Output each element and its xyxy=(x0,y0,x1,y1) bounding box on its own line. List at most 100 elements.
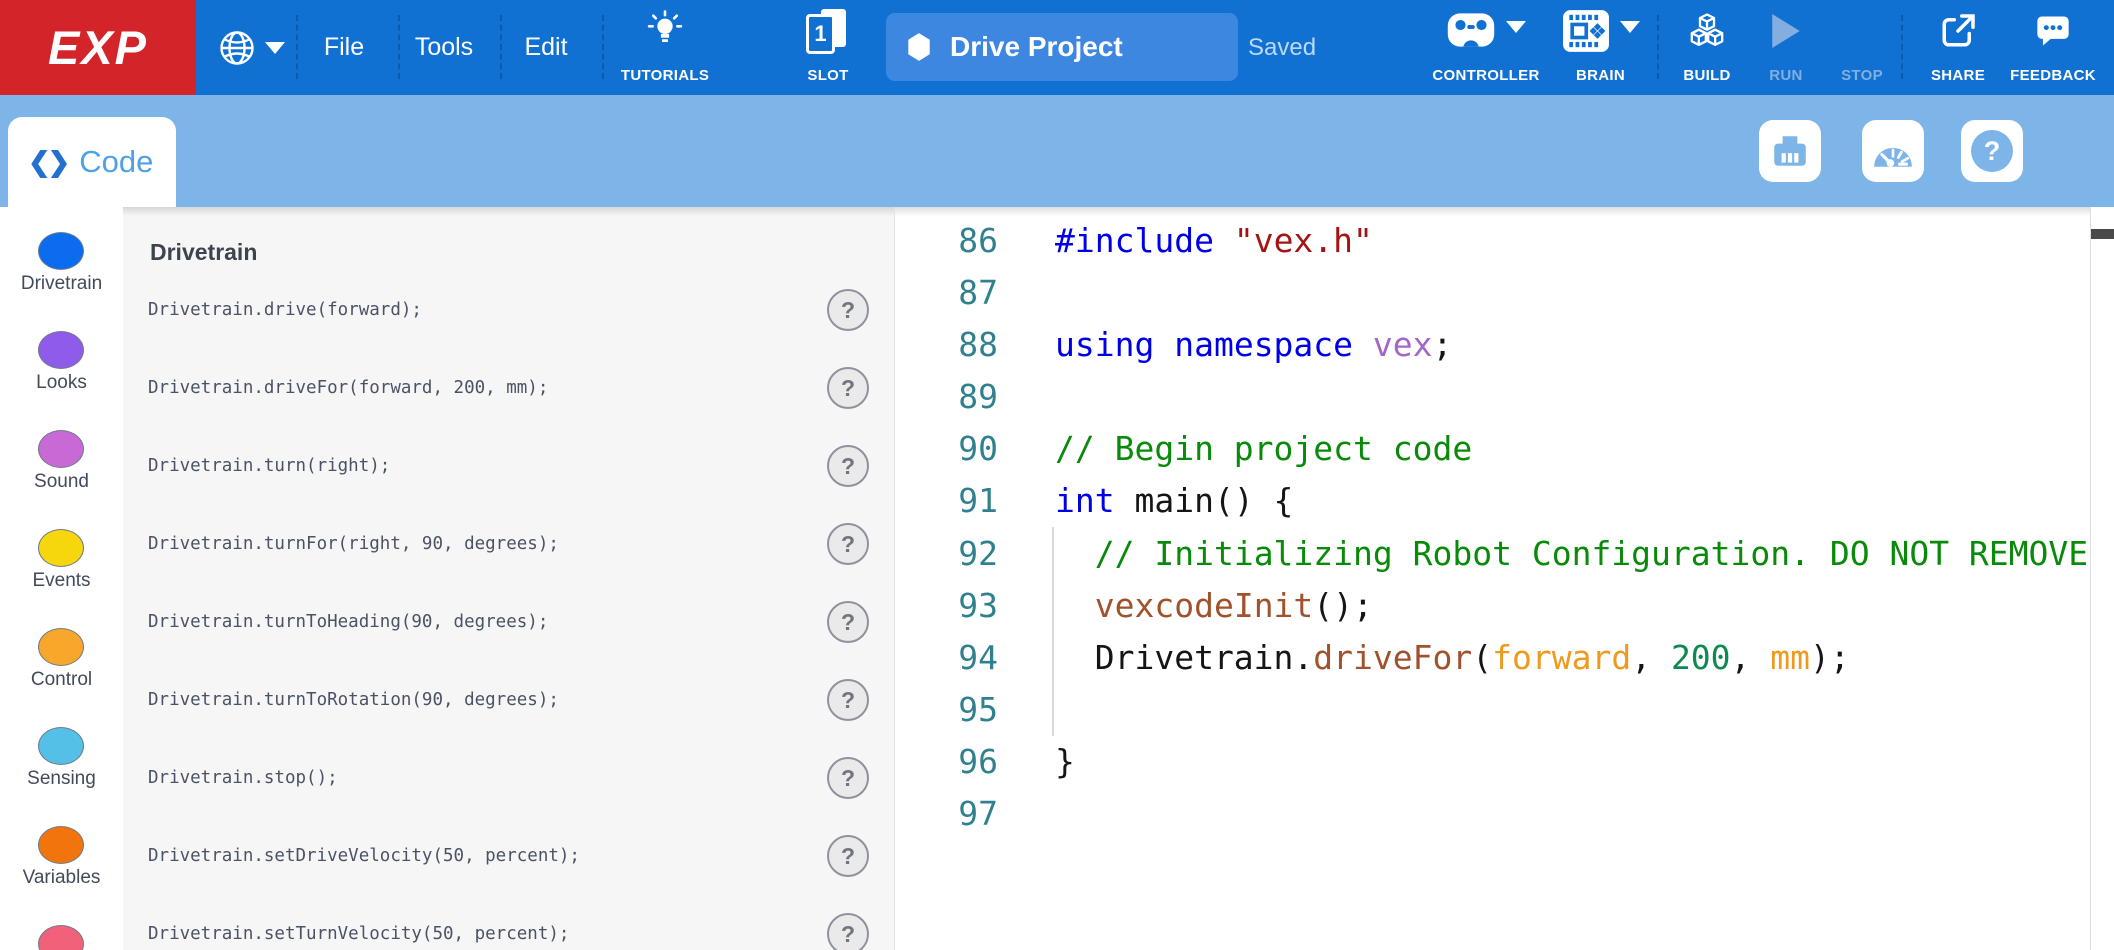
editor-scrollbar[interactable] xyxy=(2090,207,2114,950)
chevron-down-icon xyxy=(1506,21,1526,33)
code-editor[interactable]: 86#include "vex.h"8788using namespace ve… xyxy=(895,207,2090,950)
scrollbar-thumb[interactable] xyxy=(2091,229,2114,239)
run-label: RUN xyxy=(1769,67,1802,84)
line-content: using namespace vex; xyxy=(998,319,1452,371)
line-content: Drivetrain.driveFor(forward, 200, mm); xyxy=(998,632,1850,684)
command-help-button[interactable]: ? xyxy=(827,679,869,721)
menu-edit[interactable]: Edit xyxy=(498,0,594,95)
category-label: Looks xyxy=(0,372,123,394)
chevron-down-icon xyxy=(265,42,285,54)
command-snippet[interactable]: Drivetrain.turn(right); xyxy=(148,444,390,488)
lightbulb-icon xyxy=(645,9,685,58)
slot-icon: 1 xyxy=(806,9,850,55)
category-label: Control xyxy=(0,669,123,691)
line-number: 89 xyxy=(895,371,998,423)
code-lines: 86#include "vex.h"8788using namespace ve… xyxy=(895,215,2090,840)
command-help-button[interactable]: ? xyxy=(827,289,869,331)
command-panel: Drivetrain Drivetrain.drive(forward);?Dr… xyxy=(123,207,895,950)
project-name-button[interactable]: Drive Project xyxy=(886,13,1238,81)
category-circle-icon xyxy=(38,826,84,864)
command-help-button[interactable]: ? xyxy=(827,523,869,565)
category-circle-icon xyxy=(38,331,84,369)
line-content: int main() { xyxy=(998,475,1293,527)
line-content: } xyxy=(998,736,1075,788)
line-number: 91 xyxy=(895,475,998,527)
category-circle-icon xyxy=(38,727,84,765)
device-info-button[interactable] xyxy=(1759,120,1821,182)
code-line-93: 93 vexcodeInit(); xyxy=(895,580,2090,632)
category-label: Events xyxy=(0,570,123,592)
chevron-down-icon xyxy=(1620,21,1640,33)
command-row: Drivetrain.turnToRotation(90, degrees);? xyxy=(123,678,895,722)
category-circle-icon xyxy=(38,529,84,567)
menu-tools[interactable]: Tools xyxy=(396,0,492,95)
toolbar-divider xyxy=(602,15,604,79)
stop-label: STOP xyxy=(1841,67,1883,84)
tutorials-label: TUTORIALS xyxy=(621,67,709,84)
language-menu-button[interactable] xyxy=(212,0,290,95)
share-button[interactable]: SHARE xyxy=(1912,0,2004,95)
line-number: 87 xyxy=(895,267,998,319)
exp-logo-text: EXP xyxy=(48,20,148,75)
code-line-88: 88using namespace vex; xyxy=(895,319,2090,371)
category-circle-icon xyxy=(38,430,84,468)
help-button[interactable]: ? xyxy=(1961,120,2023,182)
feedback-bubble-icon xyxy=(2034,13,2072,54)
command-snippet[interactable]: Drivetrain.turnToHeading(90, degrees); xyxy=(148,600,548,644)
code-line-91: 91int main() { xyxy=(895,475,2090,527)
brain-button[interactable]: BRAIN xyxy=(1548,0,1653,95)
command-help-button[interactable]: ? xyxy=(827,445,869,487)
dashboard-button[interactable] xyxy=(1862,120,1924,182)
code-line-94: 94 Drivetrain.driveFor(forward, 200, mm)… xyxy=(895,632,2090,684)
code-line-96: 96} xyxy=(895,736,2090,788)
command-row: Drivetrain.stop();? xyxy=(123,756,895,800)
command-help-button[interactable]: ? xyxy=(827,601,869,643)
code-line-90: 90// Begin project code xyxy=(895,423,2090,475)
command-snippet[interactable]: Drivetrain.turnFor(right, 90, degrees); xyxy=(148,522,559,566)
line-number: 97 xyxy=(895,788,998,840)
menu-file[interactable]: File xyxy=(296,0,392,95)
tab-code[interactable]: ❮❯ Code xyxy=(8,117,176,207)
command-help-button[interactable]: ? xyxy=(827,367,869,409)
stop-button[interactable]: STOP xyxy=(1822,0,1902,95)
category-label: Variables xyxy=(0,867,123,889)
line-number: 90 xyxy=(895,423,998,475)
build-label: BUILD xyxy=(1683,67,1730,84)
share-icon xyxy=(1938,11,1978,56)
category-label: Sensing xyxy=(0,768,123,790)
command-help-button[interactable]: ? xyxy=(827,913,869,950)
line-content: // Initializing Robot Configuration. DO … xyxy=(998,528,2090,580)
command-snippet[interactable]: Drivetrain.stop(); xyxy=(148,756,338,800)
slot-number: 1 xyxy=(814,21,826,47)
controller-button[interactable]: CONTROLLER xyxy=(1426,0,1546,95)
command-snippet[interactable]: Drivetrain.setTurnVelocity(50, percent); xyxy=(148,912,569,950)
command-row: Drivetrain.turnFor(right, 90, degrees);? xyxy=(123,522,895,566)
command-row: Drivetrain.turnToHeading(90, degrees);? xyxy=(123,600,895,644)
category-circle-icon xyxy=(38,628,84,666)
code-tab-label: Code xyxy=(79,144,153,180)
slot-label: SLOT xyxy=(807,67,848,84)
controller-label: CONTROLLER xyxy=(1432,67,1539,84)
category-label: Sound xyxy=(0,471,123,493)
command-help-button[interactable]: ? xyxy=(827,757,869,799)
feedback-button[interactable]: FEEDBACK xyxy=(2000,0,2106,95)
command-snippet[interactable]: Drivetrain.setDriveVelocity(50, percent)… xyxy=(148,834,580,878)
panel-title: Drivetrain xyxy=(150,239,257,266)
tutorials-button[interactable]: TUTORIALS xyxy=(610,0,720,95)
play-icon xyxy=(1771,13,1801,54)
command-snippet[interactable]: Drivetrain.driveFor(forward, 200, mm); xyxy=(148,366,548,410)
build-cubes-icon xyxy=(1686,12,1728,57)
command-row: Drivetrain.setTurnVelocity(50, percent);… xyxy=(123,912,895,950)
build-button[interactable]: BUILD xyxy=(1662,0,1752,95)
save-status: Saved xyxy=(1248,0,1316,95)
command-snippet[interactable]: Drivetrain.turnToRotation(90, degrees); xyxy=(148,678,559,722)
line-number: 86 xyxy=(895,215,998,267)
command-snippet[interactable]: Drivetrain.drive(forward); xyxy=(148,288,422,332)
run-button[interactable]: RUN xyxy=(1744,0,1828,95)
line-number: 88 xyxy=(895,319,998,371)
code-line-97: 97 xyxy=(895,788,2090,840)
slot-button[interactable]: 1 SLOT xyxy=(780,0,876,95)
command-help-button[interactable]: ? xyxy=(827,835,869,877)
exp-logo: EXP xyxy=(0,0,196,95)
code-line-92: 92 // Initializing Robot Configuration. … xyxy=(895,528,2090,580)
